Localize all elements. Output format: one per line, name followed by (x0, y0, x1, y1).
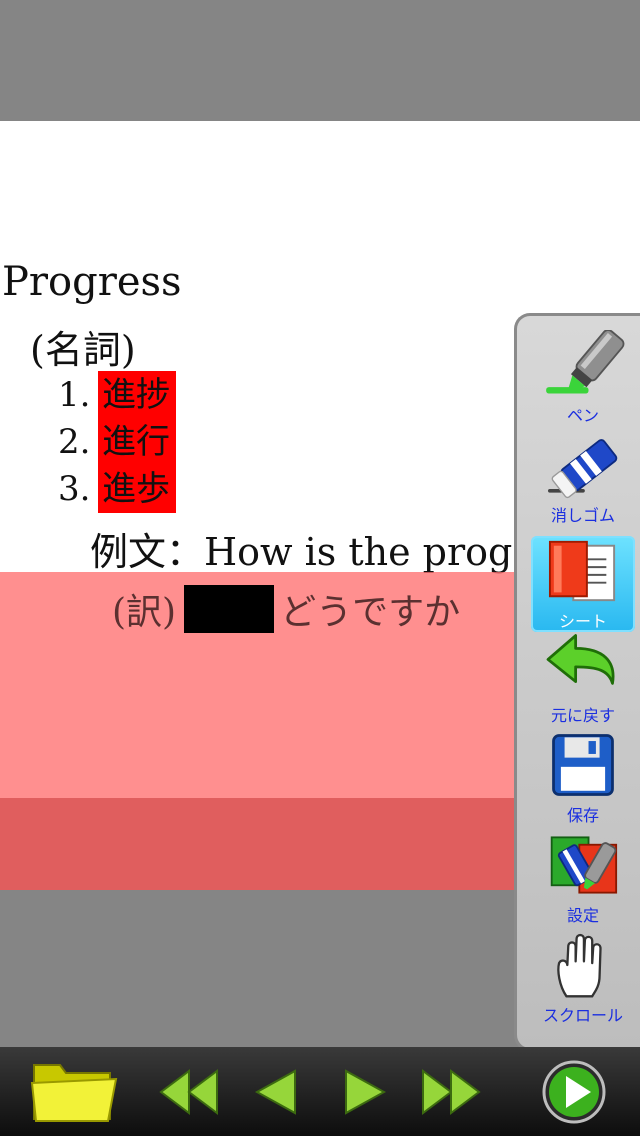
undo-button[interactable]: 元に戻す (531, 630, 635, 726)
save-button[interactable]: 保存 (531, 730, 635, 826)
translation-prefix: (訳) (112, 592, 177, 633)
definition-item: 1. 進捗 (58, 371, 176, 419)
play-button[interactable] (536, 1047, 612, 1136)
open-folder-button[interactable] (24, 1047, 124, 1136)
definition-number: 1. (58, 375, 91, 415)
pen-tool-button[interactable]: ペン (531, 330, 635, 426)
save-label: 保存 (566, 806, 599, 825)
red-sheet-icon (548, 540, 616, 602)
pen-icon (546, 330, 625, 394)
definition-highlight: 進歩 (98, 465, 176, 513)
definition-item: 2. 進行 (58, 418, 176, 466)
sheet-label: シート (558, 612, 607, 631)
translation-line: (訳) どうですか (112, 583, 460, 635)
example-sentence: 例文：How is the prog (90, 530, 513, 574)
previous-page-icon (254, 1068, 296, 1115)
next-page-button[interactable] (336, 1047, 396, 1136)
first-page-button[interactable] (150, 1047, 230, 1136)
undo-label: 元に戻す (550, 706, 615, 725)
floppy-disk-icon (552, 734, 614, 796)
headword: Progress (2, 259, 182, 305)
settings-tools-icon (550, 836, 618, 894)
eraser-label: 消しゴム (550, 506, 615, 525)
settings-label: 設定 (566, 906, 599, 925)
definition-item: 3. 進歩 (58, 465, 176, 513)
bottom-navigation-bar (0, 1047, 640, 1136)
play-icon (542, 1060, 606, 1123)
definition-highlight: 進行 (98, 418, 176, 466)
hand-icon (557, 933, 602, 998)
definition-number: 2. (58, 422, 91, 462)
eraser-icon (548, 439, 618, 499)
last-page-button[interactable] (412, 1047, 492, 1136)
previous-page-button[interactable] (245, 1047, 305, 1136)
part-of-speech: (名詞) (30, 328, 136, 372)
undo-arrow-icon (546, 634, 615, 685)
tool-palette: ペン 消しゴム シート 元に戻す 保存 設定 スクロール (514, 313, 640, 1051)
next-page-icon (345, 1068, 387, 1115)
top-bar (0, 0, 640, 121)
definition-highlight: 進捗 (98, 371, 176, 419)
scroll-tool-button[interactable]: スクロール (531, 930, 635, 1026)
translation-suffix: どうですか (280, 592, 461, 633)
first-page-icon (159, 1068, 218, 1115)
definition-number: 3. (58, 469, 91, 509)
last-page-icon (422, 1068, 481, 1115)
folder-icon (30, 1063, 118, 1122)
settings-button[interactable]: 設定 (531, 830, 635, 926)
scroll-label: スクロール (542, 1006, 623, 1025)
eraser-tool-button[interactable]: 消しゴム (531, 430, 635, 526)
pen-label: ペン (566, 406, 599, 425)
sheet-tool-button[interactable]: シート (531, 536, 635, 632)
redaction-mark (184, 585, 275, 633)
